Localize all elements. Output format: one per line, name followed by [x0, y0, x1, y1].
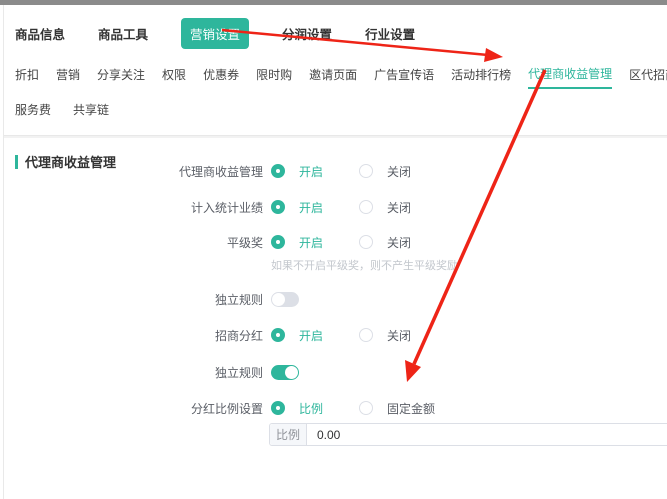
radio-off-label[interactable]: 关闭 [387, 327, 411, 344]
field-label-independent-rule-1: 独立规则 [4, 291, 263, 308]
tab-invite-page[interactable]: 邀请页面 [309, 66, 357, 88]
toggle-knob [272, 293, 285, 306]
radio-on[interactable] [271, 235, 285, 249]
radio-off-label[interactable]: 关闭 [387, 234, 411, 251]
tab-flash-sale[interactable]: 限时购 [256, 66, 292, 88]
tertiary-tab-bar: 服务费 共享链 [4, 99, 667, 135]
radio-fixed-amount-label[interactable]: 固定金额 [387, 400, 435, 417]
radio-ratio[interactable] [271, 401, 285, 415]
tab-permissions[interactable]: 权限 [162, 66, 186, 88]
tab-shared-chain[interactable]: 共享链 [73, 101, 109, 123]
tab-marketing-settings[interactable]: 营销设置 [181, 18, 249, 49]
radio-ratio-label[interactable]: 比例 [299, 400, 323, 417]
toggle-knob [285, 366, 298, 379]
radio-on-label[interactable]: 开启 [299, 199, 323, 216]
radio-fixed-amount[interactable] [359, 401, 373, 415]
secondary-tab-bar: 折扣 营销 分享关注 权限 优惠券 限时购 邀请页面 广告宣传语 活动排行榜 代… [4, 57, 667, 99]
radio-on[interactable] [271, 328, 285, 342]
tab-product-tools[interactable]: 商品工具 [98, 24, 148, 43]
independent-rule-toggle-on[interactable] [271, 365, 299, 380]
radio-on-label[interactable]: 开启 [299, 327, 323, 344]
ratio-input-prepend: 比例 [270, 424, 307, 445]
radio-off[interactable] [359, 328, 373, 342]
primary-tab-bar: 商品信息 商品工具 营销设置 分润设置 行业设置 [4, 5, 667, 57]
form-row: 代理商收益管理 开启 关闭 [4, 162, 667, 180]
tab-district-agent-recruiter[interactable]: 区代招商员 [629, 66, 667, 88]
tab-product-info[interactable]: 商品信息 [15, 24, 65, 43]
same-level-bonus-hint: 如果不开启平级奖，则不产生平级奖励 [271, 257, 458, 273]
radio-on-label[interactable]: 开启 [299, 234, 323, 251]
field-label-count-performance: 计入统计业绩 [4, 199, 263, 216]
field-label-recruit-dividend: 招商分红 [4, 327, 263, 344]
radio-off[interactable] [359, 235, 373, 249]
tab-activity-ranking[interactable]: 活动排行榜 [451, 66, 511, 88]
tab-industry-settings[interactable]: 行业设置 [365, 24, 415, 43]
settings-panel: 商品信息 商品工具 营销设置 分润设置 行业设置 折扣 营销 分享关注 权限 优… [3, 5, 667, 499]
radio-off-label[interactable]: 关闭 [387, 163, 411, 180]
ratio-input-group: 比例 [269, 423, 667, 446]
form-row: 招商分红 开启 关闭 [4, 326, 667, 344]
radio-off[interactable] [359, 164, 373, 178]
form-row: 计入统计业绩 开启 关闭 [4, 198, 667, 216]
field-label-same-level-bonus: 平级奖 [4, 234, 263, 251]
field-label-agent-revenue: 代理商收益管理 [4, 163, 263, 180]
radio-off[interactable] [359, 200, 373, 214]
agent-revenue-form: 代理商收益管理 开启 关闭 计入统计业绩 开启 关闭 平级奖 开启 [4, 144, 667, 499]
tab-share-follow[interactable]: 分享关注 [97, 66, 145, 88]
field-label-independent-rule-2: 独立规则 [4, 364, 263, 381]
tab-coupons[interactable]: 优惠券 [203, 66, 239, 88]
content-divider [4, 135, 667, 138]
independent-rule-toggle-off[interactable] [271, 292, 299, 307]
ratio-input[interactable] [307, 424, 667, 445]
radio-on[interactable] [271, 164, 285, 178]
tab-ad-slogan[interactable]: 广告宣传语 [374, 66, 434, 88]
radio-on[interactable] [271, 200, 285, 214]
radio-off-label[interactable]: 关闭 [387, 199, 411, 216]
form-row: 分红比例设置 比例 固定金额 [4, 399, 667, 417]
field-label-dividend-ratio-setting: 分红比例设置 [4, 400, 263, 417]
form-row: 平级奖 开启 关闭 [4, 233, 667, 251]
form-row: 独立规则 [4, 363, 667, 381]
form-row: 独立规则 [4, 290, 667, 308]
radio-on-label[interactable]: 开启 [299, 163, 323, 180]
tab-discount[interactable]: 折扣 [15, 66, 39, 88]
tab-profit-settings[interactable]: 分润设置 [282, 24, 332, 43]
tab-service-fee[interactable]: 服务费 [15, 101, 51, 123]
tab-agent-revenue-management[interactable]: 代理商收益管理 [528, 65, 612, 89]
tab-marketing[interactable]: 营销 [56, 66, 80, 88]
